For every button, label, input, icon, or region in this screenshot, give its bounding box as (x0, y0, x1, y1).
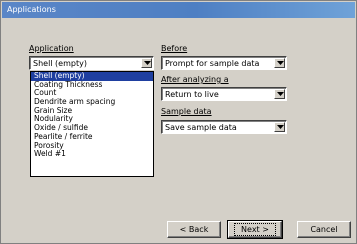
chevron-down-icon (144, 61, 151, 65)
back-button[interactable]: < Back (167, 221, 221, 238)
application-value: Shell (empty) (33, 59, 87, 68)
cancel-button[interactable]: Cancel (297, 221, 351, 238)
after-label: After analyzing a (161, 75, 229, 84)
window-title: Applications (7, 5, 56, 14)
application-listbox[interactable]: Shell (empty) Coating Thickness Count De… (30, 71, 154, 177)
after-value: Return to live (165, 90, 219, 99)
application-label: Application (29, 44, 74, 53)
title-bar: Applications (2, 2, 355, 18)
before-value: Prompt for sample data (165, 59, 260, 68)
chevron-down-icon (277, 92, 284, 96)
list-item[interactable]: Weld #1 (31, 149, 153, 159)
application-dropdown[interactable]: Shell (empty) (29, 56, 154, 70)
application-dropdown-button[interactable] (141, 58, 152, 68)
sample-label: Sample data (161, 107, 212, 116)
before-dropdown-button[interactable] (274, 58, 285, 68)
after-dropdown-button[interactable] (274, 89, 285, 99)
before-label: Before (161, 44, 188, 53)
after-dropdown[interactable]: Return to live (161, 87, 287, 101)
before-dropdown[interactable]: Prompt for sample data (161, 56, 287, 70)
applications-dialog: Applications Application Shell (empty) S… (0, 0, 357, 244)
chevron-down-icon (277, 125, 284, 129)
sample-dropdown[interactable]: Save sample data (161, 120, 287, 134)
next-button[interactable]: Next > (227, 220, 283, 239)
sample-value: Save sample data (165, 123, 237, 132)
chevron-down-icon (277, 61, 284, 65)
sample-dropdown-button[interactable] (274, 122, 285, 132)
